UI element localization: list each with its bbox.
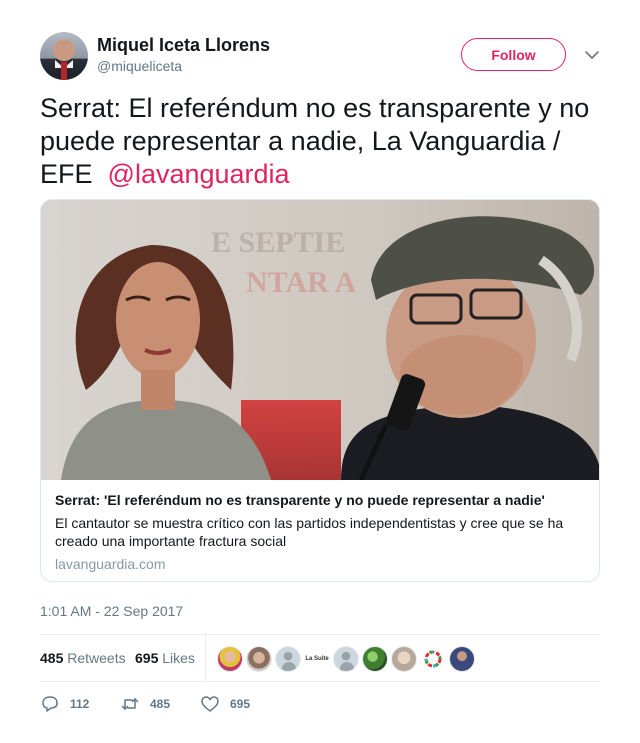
stats-divider bbox=[205, 635, 206, 682]
retweet-icon bbox=[121, 698, 139, 710]
tweet-mention-link[interactable]: @lavanguardia bbox=[108, 159, 290, 189]
retweet-count: 485 bbox=[150, 697, 171, 711]
author-avatar[interactable] bbox=[40, 32, 88, 80]
liker-avatar[interactable] bbox=[420, 646, 446, 672]
liker-avatar[interactable] bbox=[362, 646, 388, 672]
tweet-text: Serrat: El referéndum no es transparente… bbox=[40, 92, 605, 191]
reply-count: 112 bbox=[70, 697, 90, 711]
news-photo-icon: E SEPTIE NTAR A bbox=[41, 200, 599, 480]
heart-icon bbox=[201, 696, 219, 712]
liker-avatar[interactable] bbox=[217, 646, 243, 672]
tweet-timestamp[interactable]: 1:01 AM - 22 Sep 2017 bbox=[40, 603, 183, 619]
liker-avatar[interactable] bbox=[275, 646, 301, 672]
reply-icon bbox=[42, 696, 58, 712]
liker-avatar[interactable] bbox=[391, 646, 417, 672]
retweets-label: Retweets bbox=[67, 650, 126, 666]
card-domain[interactable]: lavanguardia.com bbox=[55, 556, 166, 572]
banner-text-1: E SEPTIE bbox=[211, 226, 345, 259]
retweets-stat[interactable]: 485 Retweets bbox=[40, 650, 126, 666]
color-wheel-icon bbox=[424, 650, 442, 668]
card-image[interactable]: E SEPTIE NTAR A bbox=[41, 200, 599, 480]
engagement-stats: 485 Retweets 695 Likes La Suite bbox=[40, 634, 600, 682]
link-card[interactable]: E SEPTIE NTAR A Serrat: 'El referéndum n… bbox=[40, 199, 600, 582]
like-count: 695 bbox=[230, 697, 251, 711]
likes-label: Likes bbox=[162, 650, 195, 666]
retweets-count: 485 bbox=[40, 650, 64, 666]
follow-button[interactable]: Follow bbox=[461, 38, 566, 71]
likes-count: 695 bbox=[135, 650, 159, 666]
author-name[interactable]: Miquel Iceta Llorens bbox=[97, 35, 270, 56]
tweet-header: Miquel Iceta Llorens @miqueliceta Follow bbox=[40, 32, 600, 80]
like-button[interactable]: 695 bbox=[200, 694, 250, 714]
more-options-caret[interactable] bbox=[583, 46, 601, 64]
default-avatar-body bbox=[340, 662, 354, 671]
liker-avatar[interactable] bbox=[333, 646, 359, 672]
author-handle[interactable]: @miqueliceta bbox=[97, 58, 182, 74]
default-avatar-body bbox=[282, 662, 296, 671]
likes-stat[interactable]: 695 Likes bbox=[135, 650, 195, 666]
liker-avatar[interactable] bbox=[449, 646, 475, 672]
card-description: El cantautor se muestra crítico con las … bbox=[55, 515, 564, 549]
liker-avatar[interactable] bbox=[246, 646, 272, 672]
avatar-tie bbox=[61, 62, 67, 80]
banner-text-2: NTAR A bbox=[246, 266, 357, 299]
card-title[interactable]: Serrat: 'El referéndum no es transparent… bbox=[55, 492, 585, 508]
chevron-down-icon bbox=[585, 51, 599, 59]
tweet-actions: 112 485 695 bbox=[40, 694, 600, 714]
reply-button[interactable]: 112 bbox=[40, 694, 89, 714]
liker-avatar[interactable]: La Suite bbox=[304, 646, 330, 672]
retweet-button[interactable]: 485 bbox=[120, 694, 170, 714]
liker-avatar-label: La Suite bbox=[305, 656, 329, 662]
